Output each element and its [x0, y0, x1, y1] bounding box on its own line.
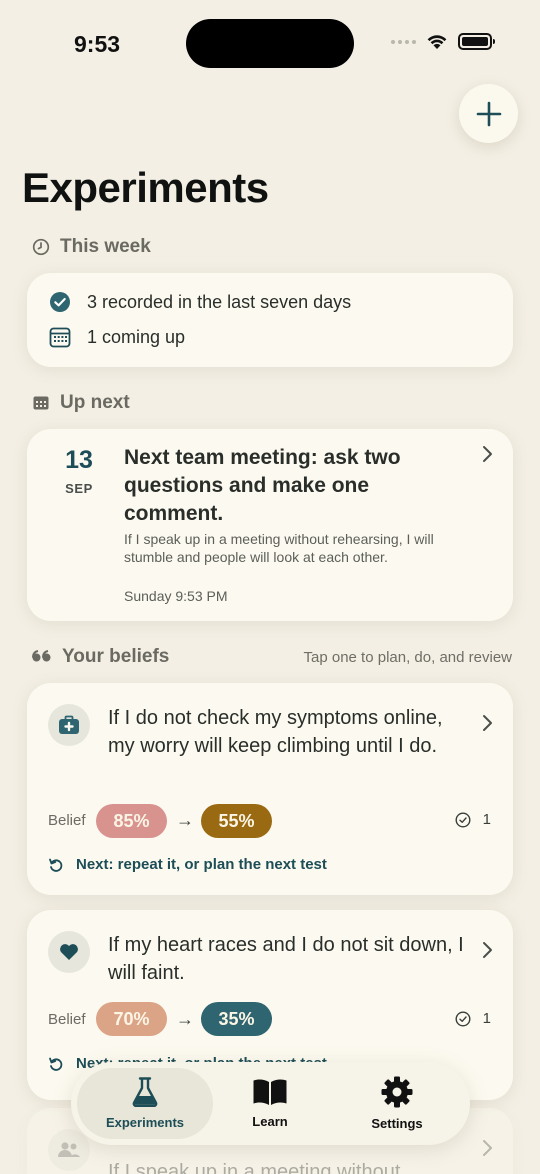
up-next-card[interactable]: 13 SEP Next team meeting: ask two questi…: [27, 429, 513, 621]
completed-count-value: 1: [482, 811, 491, 828]
belief-before-pill: 85%: [96, 804, 167, 838]
dynamic-island: [186, 19, 354, 68]
belief-text: If my heart races and I do not sit down,…: [108, 934, 464, 984]
heart-icon: [60, 944, 78, 960]
check-circle-outline-icon: [455, 811, 471, 828]
belief-label: Belief: [48, 812, 86, 829]
clock-icon: [32, 238, 50, 256]
checkmark-circle-icon: [50, 292, 70, 312]
chevron-right-icon: [483, 1140, 492, 1156]
arrow-right-icon: →: [176, 810, 194, 830]
tab-learn-label: Learn: [252, 1114, 288, 1129]
status-icons: [391, 33, 495, 50]
next-action-text: Next: repeat it, or plan the next test: [76, 856, 327, 873]
chevron-right-icon: [483, 942, 492, 958]
belief-before-pill: 70%: [96, 1002, 167, 1036]
calendar-small-icon: [33, 396, 49, 410]
completed-count: 1: [455, 811, 491, 828]
recorded-row: 3 recorded in the last seven days: [49, 291, 351, 313]
repeat-icon: [49, 858, 63, 872]
quote-icon: [32, 650, 51, 662]
belief-icon: [48, 1129, 90, 1171]
page-title: Experiments: [22, 164, 269, 211]
up-next-month: SEP: [65, 481, 93, 496]
up-next-day: 13: [65, 446, 93, 474]
belief-icon: [48, 931, 90, 973]
this-week-label: This week: [60, 236, 151, 257]
people-icon: [58, 1142, 80, 1157]
up-next-label: Up next: [60, 392, 130, 413]
battery-icon: [458, 33, 495, 50]
up-next-title: Next team meeting: ask two questions and…: [124, 446, 401, 525]
plus-icon: [476, 101, 501, 126]
add-experiment-button[interactable]: [459, 84, 518, 143]
status-time: 9:53: [74, 31, 121, 57]
belief-icon: [48, 704, 90, 746]
up-next-header: Up next: [32, 392, 130, 414]
upcoming-row: 1 coming up: [49, 326, 185, 348]
next-action[interactable]: Next: repeat it, or plan the next test: [48, 856, 327, 873]
tab-experiments-label: Experiments: [105, 1115, 185, 1130]
calendar-icon: [49, 327, 71, 348]
beliefs-hint: Tap one to plan, do, and review: [303, 649, 512, 666]
gear-icon: [381, 1076, 413, 1108]
tab-experiments[interactable]: Experiments: [77, 1068, 213, 1139]
this-week-card: 3 recorded in the last seven days 1 comi…: [27, 273, 513, 367]
check-circle-outline-icon: [455, 1010, 471, 1027]
chevron-right-icon: [483, 446, 492, 462]
chevron-right-icon: [483, 715, 492, 731]
this-week-header: This week: [32, 236, 151, 258]
repeat-icon: [49, 1057, 63, 1071]
tab-learn[interactable]: Learn: [216, 1068, 324, 1139]
completed-count-value: 1: [482, 1010, 491, 1027]
belief-card[interactable]: If I do not check my symptoms online, my…: [27, 683, 513, 895]
up-next-time: Sunday 9:53 PM: [124, 588, 228, 604]
belief-after-pill: 55%: [201, 804, 272, 838]
arrow-right-icon: →: [176, 1009, 194, 1029]
completed-count: 1: [455, 1010, 491, 1027]
medical-kit-icon: [59, 715, 79, 734]
book-icon: [253, 1079, 287, 1105]
belief-text: If I do not check my symptoms online, my…: [108, 707, 443, 757]
belief-text: If I speak up in a meeting without: [108, 1161, 401, 1174]
belief-after-pill: 35%: [201, 1002, 272, 1036]
tab-settings[interactable]: Settings: [333, 1068, 461, 1139]
tab-bar: Experiments Learn Settings: [71, 1062, 470, 1145]
upcoming-text: 1 coming up: [87, 326, 186, 347]
tab-settings-label: Settings: [371, 1116, 423, 1131]
recorded-text: 3 recorded in the last seven days: [87, 291, 352, 312]
beliefs-label: Your beliefs: [62, 646, 170, 667]
belief-label: Belief: [48, 1011, 86, 1028]
flask-icon: [132, 1077, 158, 1107]
status-bar: 9:53: [0, 0, 540, 90]
signal-icon: [391, 39, 416, 44]
beliefs-header: Your beliefs: [32, 646, 169, 668]
wifi-icon: [427, 35, 447, 49]
up-next-description: If I speak up in a meeting without rehea…: [124, 531, 434, 565]
